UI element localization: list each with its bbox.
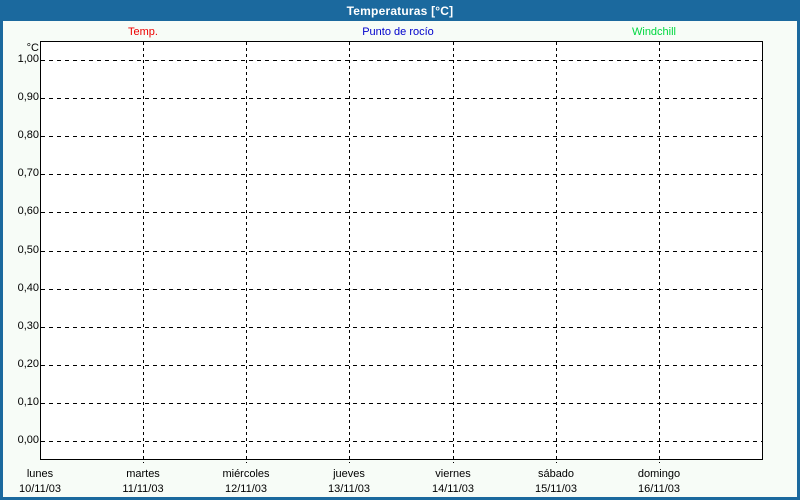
legend-item-windchill: Windchill xyxy=(632,26,676,39)
x-day-name-label: jueves xyxy=(333,467,365,481)
gridline-vertical xyxy=(556,42,557,463)
x-day-date-label: 12/11/03 xyxy=(225,482,267,496)
gridline-horizontal xyxy=(41,403,762,404)
gridline-horizontal xyxy=(41,441,762,442)
y-tick-label: 0,80 xyxy=(3,128,39,143)
gridline-horizontal xyxy=(41,251,762,252)
gridline-horizontal xyxy=(41,365,762,366)
gridline-vertical xyxy=(246,42,247,463)
y-tick-label: 0,30 xyxy=(3,319,39,334)
y-tick-label: 0,40 xyxy=(3,281,39,296)
y-tick-label: 0,20 xyxy=(3,357,39,372)
gridline-vertical xyxy=(453,42,454,463)
y-tick-label: 0,00 xyxy=(3,433,39,448)
title-bar: Temperaturas [°C] xyxy=(0,0,800,21)
y-tick-label: 0,90 xyxy=(3,90,39,105)
gridline-horizontal xyxy=(41,289,762,290)
x-day-date-label: 13/11/03 xyxy=(328,482,370,496)
gridline-horizontal xyxy=(41,327,762,328)
y-tick-label: 0,10 xyxy=(3,395,39,410)
gridline-vertical xyxy=(143,42,144,463)
gridline-horizontal xyxy=(41,60,762,61)
gridline-horizontal xyxy=(41,174,762,175)
x-day-date-label: 14/11/03 xyxy=(432,482,474,496)
x-day-name-label: viernes xyxy=(435,467,470,481)
x-day-date-label: 15/11/03 xyxy=(535,482,577,496)
chart-window: Temperaturas [°C] Temp. Punto de rocío W… xyxy=(0,0,800,500)
x-day-name-label: martes xyxy=(126,467,160,481)
y-tick-label: 0,70 xyxy=(3,166,39,181)
y-tick-label: 0,60 xyxy=(3,204,39,219)
y-tick-label: 0,50 xyxy=(3,243,39,258)
x-day-name-label: miércoles xyxy=(222,467,269,481)
gridline-vertical xyxy=(659,42,660,463)
x-day-name-label: lunes xyxy=(27,467,53,481)
chart-content: Temp. Punto de rocío Windchill °C 1,000,… xyxy=(3,21,797,497)
x-day-date-label: 11/11/03 xyxy=(122,482,163,496)
x-day-date-label: 10/11/03 xyxy=(19,482,61,496)
gridline-horizontal xyxy=(41,136,762,137)
gridline-horizontal xyxy=(41,98,762,99)
x-day-name-label: sábado xyxy=(538,467,574,481)
legend-item-temp: Temp. xyxy=(128,26,158,39)
gridline-vertical xyxy=(349,42,350,463)
x-day-date-label: 16/11/03 xyxy=(638,482,680,496)
x-day-name-label: domingo xyxy=(638,467,680,481)
legend-item-punto-de-rocio: Punto de rocío xyxy=(362,26,434,39)
y-tick-label: 1,00 xyxy=(3,52,39,67)
gridline-horizontal xyxy=(41,212,762,213)
window-title: Temperaturas [°C] xyxy=(347,4,454,18)
